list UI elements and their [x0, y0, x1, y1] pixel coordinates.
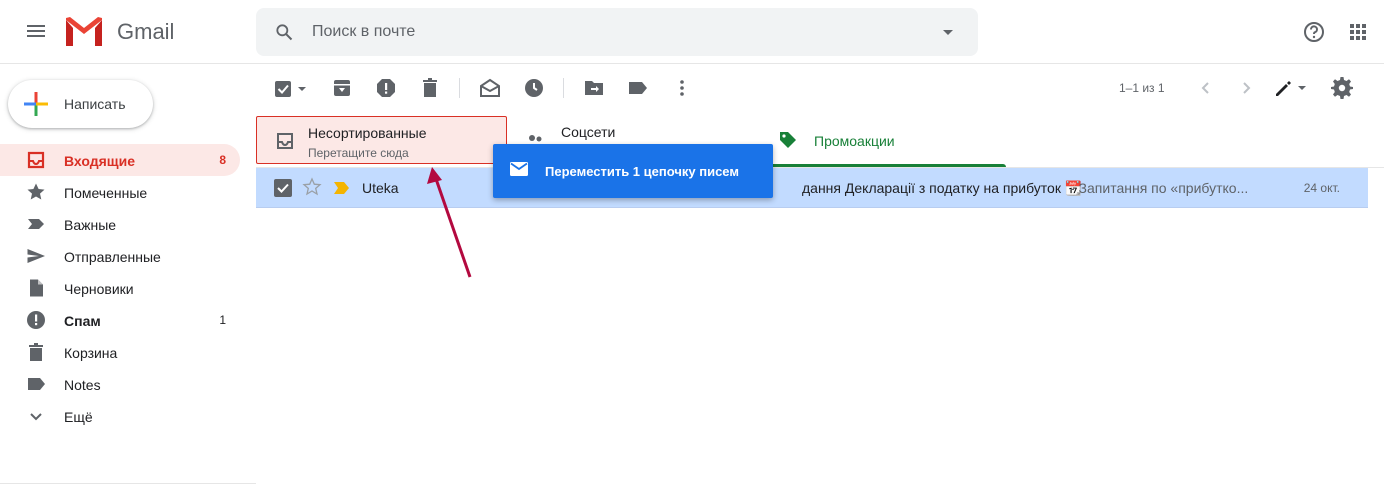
draft-icon	[30, 279, 43, 297]
star-icon[interactable]	[302, 177, 322, 197]
select-dropdown-icon[interactable]	[296, 76, 308, 100]
tab-title: Несортированные	[308, 125, 427, 141]
toolbar-separator	[563, 78, 564, 98]
sidebar-item-drafts[interactable]: Черновики	[0, 272, 240, 304]
search-bar[interactable]	[256, 8, 978, 56]
drag-tooltip-label: Переместить 1 цепочку писем	[545, 164, 739, 179]
pagination-info: 1–1 из 1	[1119, 81, 1165, 95]
sidebar-item-starred[interactable]: Помеченные	[0, 176, 240, 208]
chevron-right-icon[interactable]	[1234, 76, 1258, 100]
tab-promotions[interactable]: Промоакции	[758, 112, 1006, 168]
star-icon	[27, 183, 45, 200]
search-icon[interactable]	[274, 22, 294, 42]
apps-grid-icon[interactable]	[1350, 24, 1366, 40]
header: Gmail	[0, 0, 1384, 64]
active-tab-indicator	[758, 164, 1006, 167]
trash-icon	[29, 343, 43, 361]
delete-icon[interactable]	[418, 76, 442, 100]
sidebar-item-trash[interactable]: Корзина	[0, 336, 240, 368]
row-checkbox-icon[interactable]	[274, 179, 292, 197]
compose-label: Написать	[64, 96, 126, 112]
more-vertical-icon[interactable]	[670, 76, 694, 100]
app-title: Gmail	[117, 19, 175, 44]
email-date: 24 окт.	[1303, 181, 1340, 195]
sidebar-item-inbox[interactable]: Входящие 8	[0, 144, 240, 176]
move-to-icon[interactable]	[582, 76, 606, 100]
important-marker-icon[interactable]	[334, 181, 350, 195]
important-icon	[28, 219, 44, 229]
sidebar-item-label: Ещё	[64, 409, 93, 425]
toolbar: 1–1 из 1	[256, 64, 1384, 112]
send-icon	[27, 249, 45, 263]
help-icon[interactable]	[1303, 21, 1325, 43]
settings-gear-icon[interactable]	[1330, 76, 1354, 100]
sidebar-item-label: Корзина	[64, 345, 118, 361]
unread-count: 8	[219, 153, 226, 167]
compose-button[interactable]: Написать	[8, 80, 153, 128]
tab-title: Соцсети	[561, 124, 616, 140]
search-input[interactable]	[312, 22, 912, 42]
spam-count: 1	[219, 313, 226, 327]
sidebar-item-spam[interactable]: Спам 1	[0, 304, 240, 336]
sidebar-item-label: Notes	[64, 377, 101, 393]
label-icon	[28, 378, 45, 390]
archive-icon[interactable]	[330, 76, 354, 100]
report-spam-icon[interactable]	[374, 76, 398, 100]
email-snippet: - Запитання по «прибутко...	[1070, 180, 1249, 196]
sidebar-divider	[0, 483, 256, 484]
sidebar-item-important[interactable]: Важные	[0, 208, 240, 240]
sidebar-item-more[interactable]: Ещё	[0, 400, 240, 432]
sidebar-item-label: Отправленные	[64, 249, 161, 265]
sidebar-item-label: Спам	[64, 313, 101, 329]
snooze-clock-icon[interactable]	[522, 76, 546, 100]
drag-move-tooltip: Переместить 1 цепочку писем	[493, 144, 773, 198]
plus-icon	[24, 92, 48, 116]
sidebar-nav: Входящие 8 Помеченные Важные Отправленны…	[0, 144, 256, 432]
tag-icon	[780, 132, 796, 148]
input-tools-pencil-icon[interactable]	[1272, 76, 1308, 100]
sidebar-item-label: Входящие	[64, 153, 135, 169]
toolbar-separator	[459, 78, 460, 98]
sidebar-item-sent[interactable]: Отправленные	[0, 240, 240, 272]
gmail-logo[interactable]	[64, 16, 104, 48]
sidebar-item-label: Помеченные	[64, 185, 148, 201]
select-all-checkbox-icon[interactable]	[272, 76, 296, 100]
sidebar-item-label: Важные	[64, 217, 117, 233]
inbox-icon	[277, 133, 293, 149]
search-options-icon[interactable]	[943, 30, 953, 35]
chevron-down-icon	[30, 413, 42, 421]
tab-primary[interactable]: Несортированные Перетащите сюда	[256, 116, 507, 164]
sidebar-item-notes[interactable]: Notes	[0, 368, 240, 400]
email-sender: Uteka	[362, 180, 399, 196]
chevron-left-icon[interactable]	[1194, 76, 1218, 100]
main-menu-icon[interactable]	[24, 20, 48, 44]
sidebar-item-label: Черновики	[64, 281, 134, 297]
spam-icon	[27, 311, 45, 329]
mail-envelope-icon	[510, 162, 528, 176]
mark-as-read-icon[interactable]	[478, 76, 502, 100]
label-icon[interactable]	[626, 76, 650, 100]
tab-subtitle: Перетащите сюда	[308, 146, 409, 160]
annotation-arrow-icon	[427, 167, 472, 278]
inbox-icon	[27, 151, 45, 169]
tab-title: Промоакции	[814, 133, 895, 149]
email-subject: дання Декларації з податку на прибуток 📆	[802, 180, 1083, 196]
